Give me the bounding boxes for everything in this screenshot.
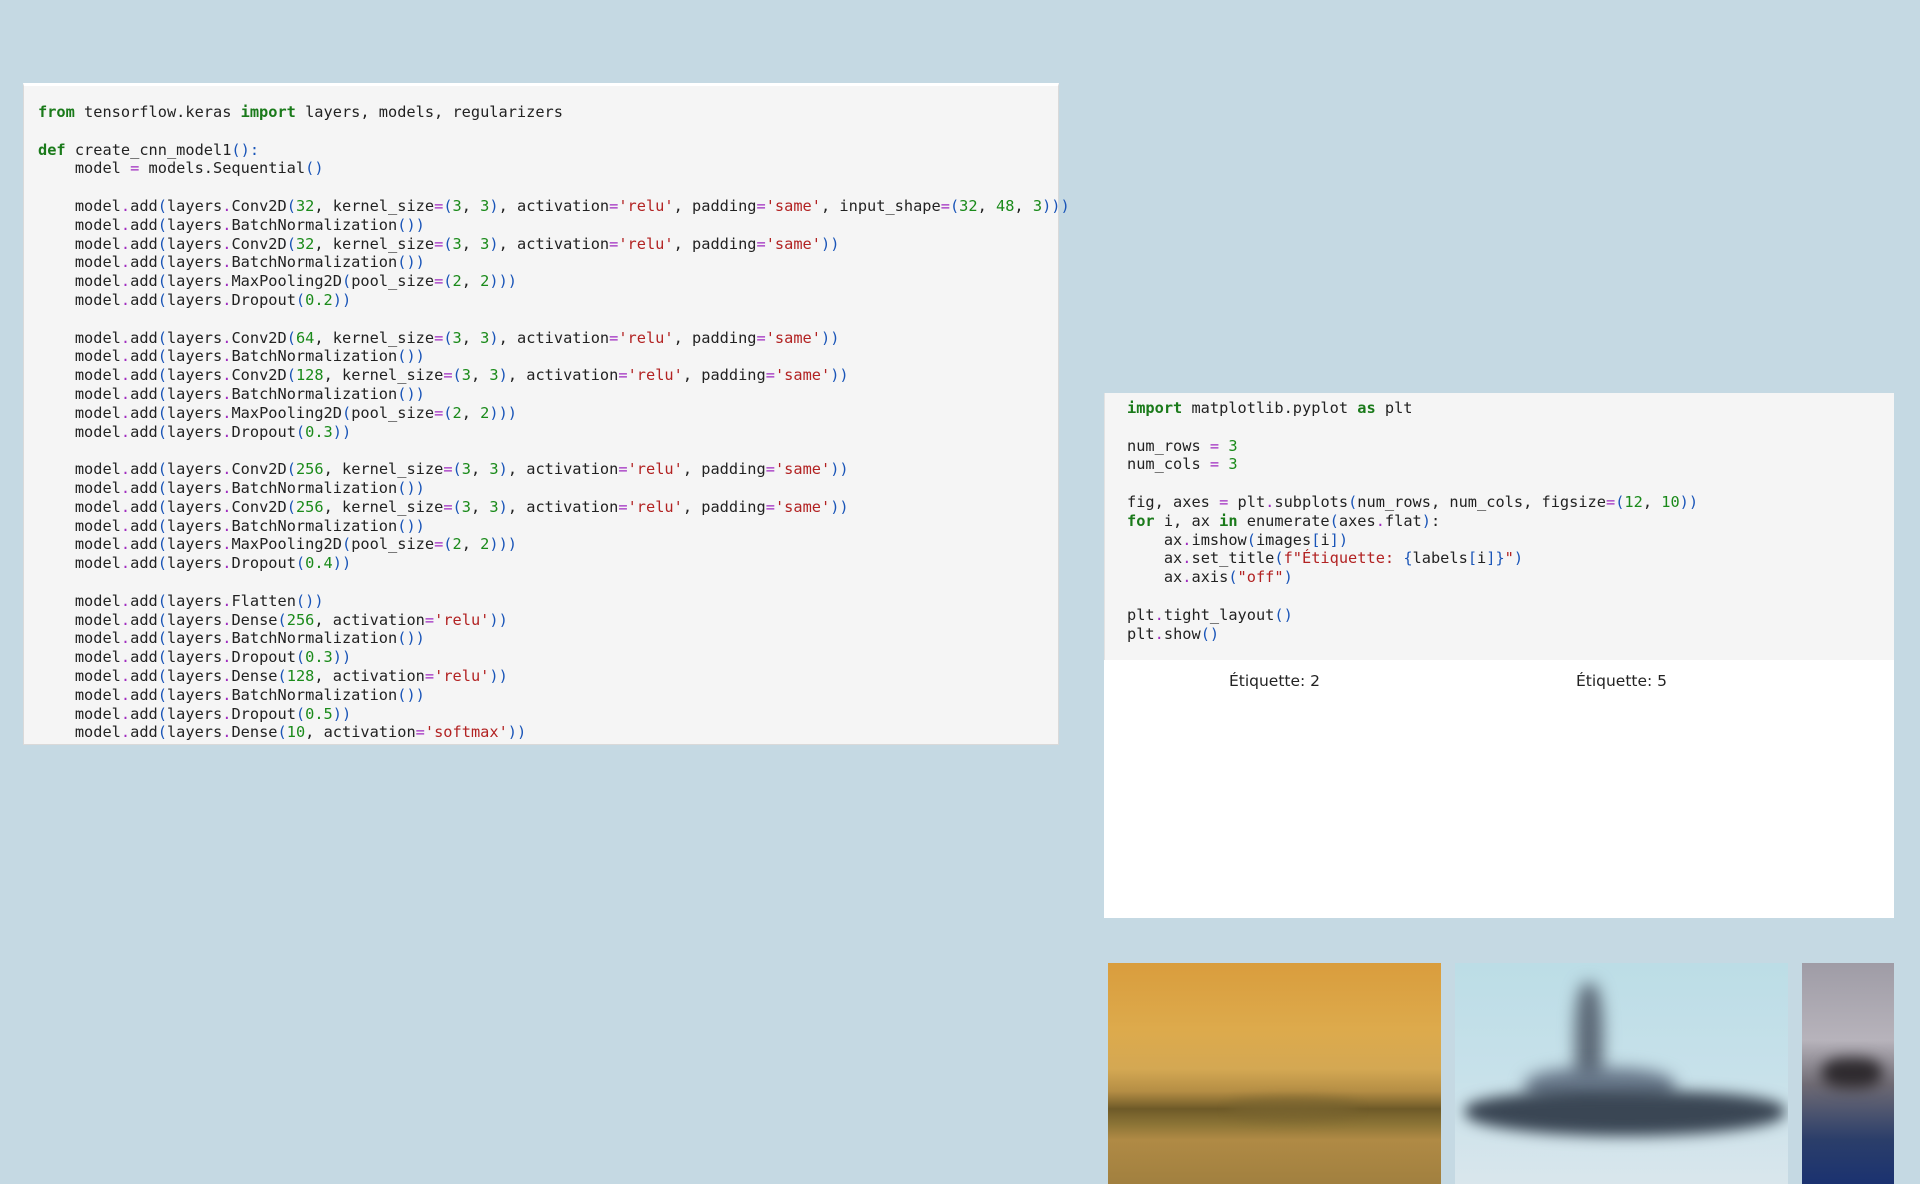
code-editor-model[interactable]: from tensorflow.keras import layers, mod… <box>38 103 1070 742</box>
plot-code-line <box>1127 587 1698 606</box>
model-code-line: from tensorflow.keras import layers, mod… <box>38 103 563 121</box>
model-code-line: model.add(layers.BatchNormalization()) <box>38 685 425 704</box>
model-code-line: model.add(layers.Dropout(0.2)) <box>38 290 352 309</box>
model-code-line: def create_cnn_model1(): <box>38 140 260 159</box>
model-code-line: model.add(layers.BatchNormalization()) <box>38 516 425 535</box>
model-code-line: model.add(layers.BatchNormalization()) <box>38 629 425 648</box>
plot-code-line <box>1127 474 1698 493</box>
model-code-line: model.add(layers.Dropout(0.5)) <box>38 704 352 723</box>
cell-output: Étiquette: 2 Étiquette: 5 <box>1104 660 1894 1184</box>
model-code-line: model.add(layers.BatchNormalization()) <box>38 253 425 272</box>
code-cell-plot[interactable]: import matplotlib.pyplot as plt num_rows… <box>1104 393 1894 1184</box>
model-code-line: model.add(layers.Dropout(0.4)) <box>38 554 352 573</box>
plot-code-line <box>1127 418 1698 437</box>
subplot-image-1 <box>1108 963 1441 1184</box>
model-code-line: model.add(layers.MaxPooling2D(pool_size=… <box>38 535 518 554</box>
plot-code-line: for i, ax in enumerate(axes.flat): <box>1127 511 1441 530</box>
model-code-line: model.add(layers.Flatten()) <box>38 591 324 610</box>
model-code-line: model.add(layers.Dropout(0.3)) <box>38 422 352 441</box>
model-code-line: model.add(layers.Conv2D(32, kernel_size=… <box>38 234 840 253</box>
plot-code-line: fig, axes = plt.subplots(num_rows, num_c… <box>1127 492 1699 511</box>
plot-code-line: num_rows = 3 <box>1127 436 1238 455</box>
model-code-line: model.add(layers.Conv2D(64, kernel_size=… <box>38 328 840 347</box>
model-code-line <box>38 310 1070 329</box>
model-code-line: model.add(layers.Dense(128, activation='… <box>38 666 508 685</box>
model-code-line: model.add(layers.MaxPooling2D(pool_size=… <box>38 272 518 291</box>
model-code-line: model.add(layers.Dense(256, activation='… <box>38 610 508 629</box>
model-code-line <box>38 441 1070 460</box>
plot-code-line: plt.tight_layout() <box>1127 605 1293 624</box>
model-code-line: model.add(layers.Conv2D(128, kernel_size… <box>38 366 849 385</box>
code-editor-plot[interactable]: import matplotlib.pyplot as plt num_rows… <box>1127 399 1698 643</box>
model-code-line: model.add(layers.MaxPooling2D(pool_size=… <box>38 403 518 422</box>
plot-code-line: plt.show() <box>1127 624 1220 643</box>
code-cell-model[interactable]: from tensorflow.keras import layers, mod… <box>23 83 1070 745</box>
model-code-line: model.add(layers.BatchNormalization()) <box>38 478 425 497</box>
model-code-line: model = models.Sequential() <box>38 159 324 178</box>
model-code-line: model.add(layers.Dense(10, activation='s… <box>38 723 527 742</box>
subplot-image-2 <box>1455 963 1788 1184</box>
plot-code-line: ax.set_title(f"Étiquette: {labels[i]}") <box>1127 549 1524 568</box>
plot-code-line: ax.axis("off") <box>1127 568 1293 587</box>
model-code-line: model.add(layers.BatchNormalization()) <box>38 384 425 403</box>
model-code-line: model.add(layers.Conv2D(256, kernel_size… <box>38 497 849 516</box>
model-code-line <box>38 178 1070 197</box>
model-code-line: model.add(layers.Dropout(0.3)) <box>38 648 352 667</box>
model-code-line: model.add(layers.Conv2D(32, kernel_size=… <box>38 196 1070 215</box>
model-code-line: model.add(layers.BatchNormalization()) <box>38 347 425 366</box>
model-code-line: model.add(layers.Conv2D(256, kernel_size… <box>38 460 849 479</box>
model-code-line <box>38 573 1070 592</box>
plot-code-line: import matplotlib.pyplot as plt <box>1127 399 1413 417</box>
plot-code-line: num_cols = 3 <box>1127 455 1238 474</box>
subplot-title-2: Étiquette: 5 <box>1575 672 1668 690</box>
model-code-line <box>38 122 1070 141</box>
model-code-line: model.add(layers.BatchNormalization()) <box>38 215 425 234</box>
subplot-title-1: Étiquette: 2 <box>1228 672 1321 690</box>
subplot-image-3 <box>1802 963 1894 1184</box>
code-input-area[interactable]: import matplotlib.pyplot as plt num_rows… <box>1104 393 1894 660</box>
plot-code-line: ax.imshow(images[i]) <box>1127 530 1349 549</box>
